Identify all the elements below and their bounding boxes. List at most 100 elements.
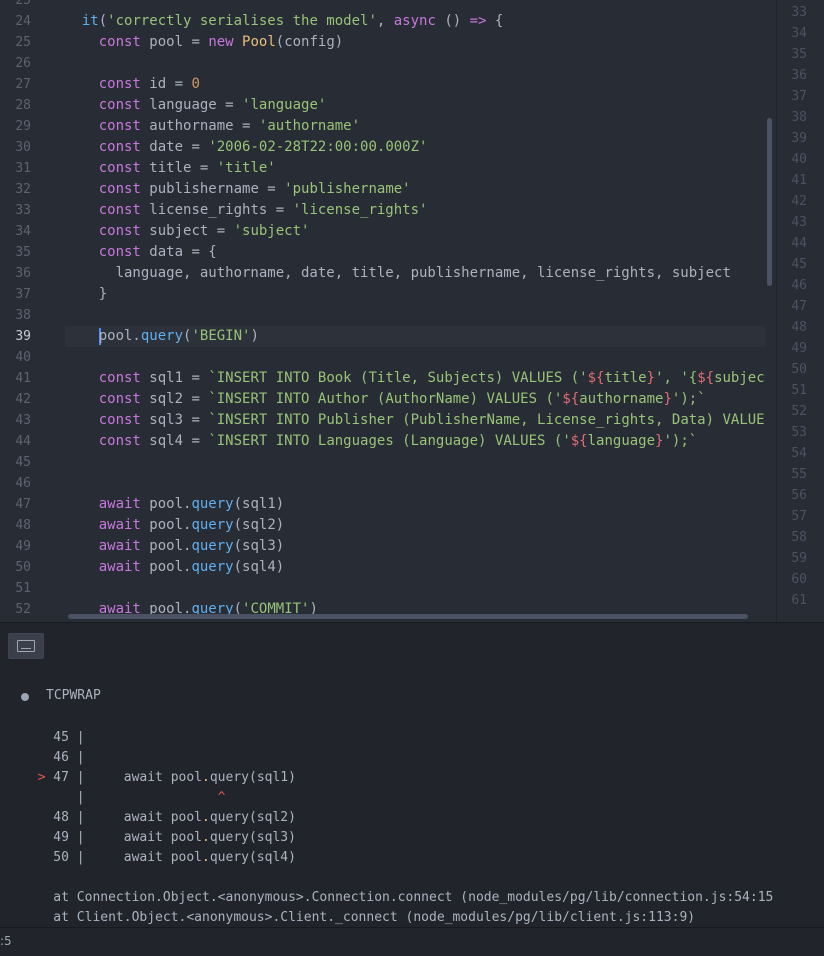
- line-number: 50: [15, 560, 31, 575]
- code-line[interactable]: await pool.query('COMMIT'): [65, 599, 765, 615]
- split-line-number: 53: [791, 425, 807, 440]
- line-number: 25: [15, 35, 31, 50]
- code-line[interactable]: await pool.query(sql2): [65, 515, 765, 536]
- code-line[interactable]: await pool.query(sql3): [65, 536, 765, 557]
- output-token: query(sql1): [209, 770, 296, 785]
- code-token: 'subject': [233, 223, 310, 239]
- code-line[interactable]: const sql1 = `INSERT INTO Book (Title, S…: [65, 368, 765, 389]
- line-number: 43: [15, 413, 31, 428]
- horizontal-scrollbar-thumb[interactable]: [68, 614, 748, 619]
- code-token: const: [98, 139, 141, 155]
- code-line[interactable]: language, authorname, date, title, publi…: [65, 263, 765, 284]
- code-line[interactable]: [65, 0, 765, 11]
- code-token: const: [98, 244, 141, 260]
- output-token: [22, 770, 38, 785]
- status-text: :5: [0, 934, 12, 948]
- split-line-number: 34: [791, 26, 807, 41]
- code-line[interactable]: const language = 'language': [65, 95, 765, 116]
- code-token: 'publishername': [284, 181, 411, 197]
- code-line[interactable]: await pool.query(sql1): [65, 494, 765, 515]
- code-token: ', '{: [655, 370, 698, 386]
- code-token: }: [65, 286, 108, 302]
- vertical-scrollbar-thumb[interactable]: [767, 118, 772, 286]
- code-line[interactable]: [65, 53, 765, 74]
- output-token: .: [202, 850, 210, 865]
- split-line-number: 58: [791, 530, 807, 545]
- code-token: pool.: [140, 496, 192, 512]
- code-line[interactable]: const date = '2006-02-28T22:00:00.000Z': [65, 137, 765, 158]
- code-line[interactable]: [65, 452, 765, 473]
- code-line[interactable]: it('correctly serialises the model', asy…: [65, 11, 765, 32]
- code-token: it: [81, 13, 99, 29]
- code-line[interactable]: const data = {: [65, 242, 765, 263]
- code-token: data = {: [140, 244, 217, 260]
- split-line-number: 38: [791, 110, 807, 125]
- code-line[interactable]: const pool = new Pool(config): [65, 32, 765, 53]
- code-line[interactable]: const id = 0: [65, 74, 765, 95]
- code-token: (sql3): [233, 538, 285, 554]
- code-line[interactable]: [65, 473, 765, 494]
- keyboard-toggle-button[interactable]: [8, 633, 44, 659]
- code-line[interactable]: [65, 305, 765, 326]
- code-token: 'BEGIN': [191, 328, 251, 344]
- split-line-number: 37: [791, 89, 807, 104]
- code-token: new: [208, 34, 234, 50]
- code-token: sql2 =: [140, 391, 209, 407]
- line-number: 46: [15, 476, 31, 491]
- code-editor[interactable]: 25 24 25 26 27 28 29 30 31 32 33 34 35 36 37 38 39 40 41 42…: [0, 0, 824, 622]
- split-line-number: 40: [791, 152, 807, 167]
- keyboard-icon: [17, 640, 35, 652]
- code-token: await: [98, 559, 141, 575]
- line-number: 32: [15, 182, 31, 197]
- code-line[interactable]: const publishername = 'publishername': [65, 179, 765, 200]
- line-number: 29: [15, 119, 31, 134]
- code-token: async: [393, 13, 436, 29]
- line-number: 44: [15, 434, 31, 449]
- code-token: subject =: [140, 223, 234, 239]
- code-area[interactable]: it('correctly serialises the model', asy…: [65, 0, 765, 615]
- code-token: await: [98, 538, 141, 554]
- line-number: 47: [15, 497, 31, 512]
- code-token: 'language': [242, 97, 327, 113]
- code-line[interactable]: const subject = 'subject': [65, 221, 765, 242]
- split-line-number: 44: [791, 236, 807, 251]
- code-token: const: [98, 202, 141, 218]
- split-line-number: 49: [791, 341, 807, 356]
- code-token: (sql2): [233, 517, 285, 533]
- code-token: id =: [140, 76, 192, 92]
- code-line[interactable]: [65, 578, 765, 599]
- line-number: 39: [15, 329, 31, 344]
- output-token: ^: [217, 790, 226, 805]
- code-token: query: [191, 538, 234, 554]
- output-line: 50 | await pool.query(sql4): [22, 848, 824, 868]
- code-line[interactable]: const license_rights = 'license_rights': [65, 200, 765, 221]
- code-line[interactable]: [65, 347, 765, 368]
- split-line-number: 46: [791, 278, 807, 293]
- output-token: 46 |: [22, 750, 85, 765]
- code-line[interactable]: const sql2 = `INSERT INTO Author (Author…: [65, 389, 765, 410]
- split-line-number: 54: [791, 446, 807, 461]
- code-token: `INSERT INTO Author (AuthorName) VALUES …: [208, 391, 563, 407]
- split-line-number: 48: [791, 320, 807, 335]
- code-line[interactable]: const sql4 = `INSERT INTO Languages (Lan…: [65, 431, 765, 452]
- code-line[interactable]: }: [65, 284, 765, 305]
- current-code-line[interactable]: pool.query('BEGIN'): [65, 326, 765, 347]
- code-line[interactable]: const title = 'title': [65, 158, 765, 179]
- code-token: ${: [697, 370, 715, 386]
- output-token: query(sql4): [209, 850, 296, 865]
- code-token: pool.: [140, 538, 192, 554]
- split-line-number: 43: [791, 215, 807, 230]
- code-token: {: [486, 13, 504, 29]
- code-line[interactable]: const authorname = 'authorname': [65, 116, 765, 137]
- output-line: 48 | await pool.query(sql2): [22, 808, 824, 828]
- code-line[interactable]: await pool.query(sql4): [65, 557, 765, 578]
- code-line[interactable]: const sql3 = `INSERT INTO Publisher (Pub…: [65, 410, 765, 431]
